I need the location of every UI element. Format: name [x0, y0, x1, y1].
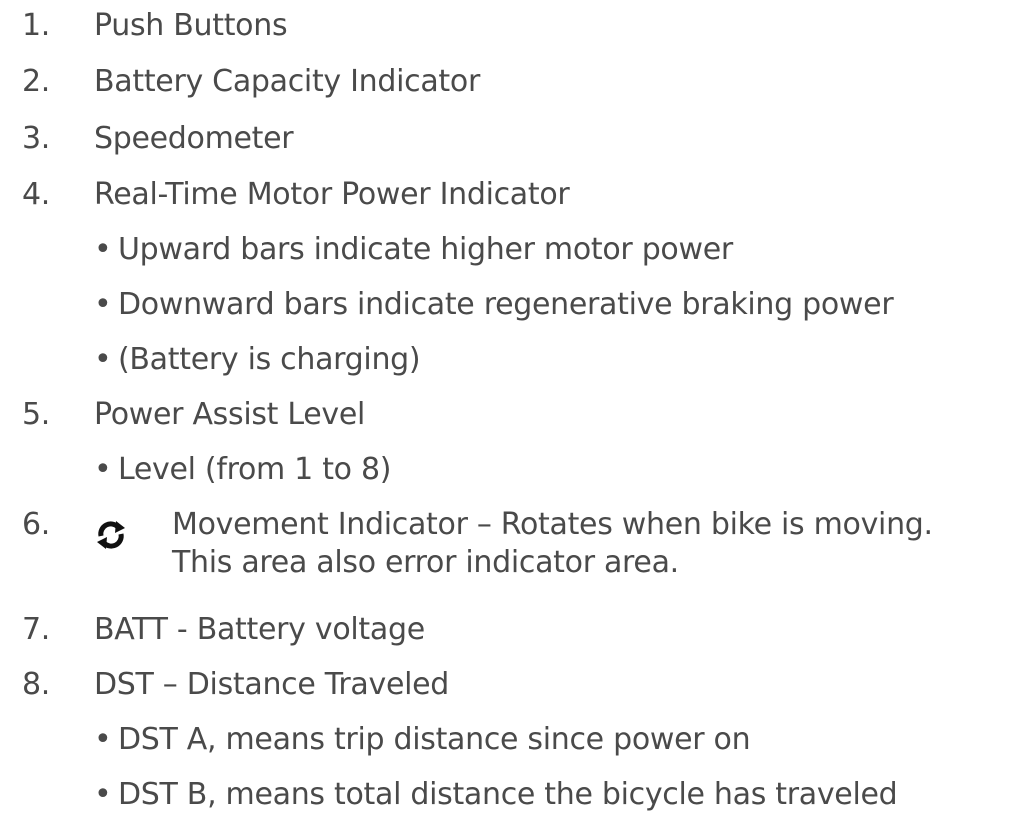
sub-item-text: DST B, means total distance the bicycle …: [118, 777, 898, 812]
bullet: •: [94, 287, 112, 322]
item-label: Real-Time Motor Power Indicator: [94, 177, 570, 212]
item-number: 7.: [22, 612, 51, 647]
item-label: Battery Capacity Indicator: [94, 64, 480, 99]
item-label: Speedometer: [94, 121, 294, 156]
item-number: 2.: [22, 64, 51, 99]
sub-item-text: DST A, means trip distance since power o…: [118, 722, 751, 757]
item-number: 3.: [22, 121, 51, 156]
item-label: Movement Indicator – Rotates when bike i…: [172, 507, 933, 542]
sub-item-text: Upward bars indicate higher motor power: [118, 232, 733, 267]
bullet: •: [94, 777, 112, 812]
bullet: •: [94, 722, 112, 757]
rotation-arrows-icon: [94, 518, 128, 552]
bullet: •: [94, 232, 112, 267]
bullet: •: [94, 342, 112, 377]
item-number: 6.: [22, 507, 51, 542]
sub-item-text: (Battery is charging): [118, 342, 421, 377]
item-label: Push Buttons: [94, 8, 288, 43]
item-number: 8.: [22, 667, 51, 702]
sub-item-text: Downward bars indicate regenerative brak…: [118, 287, 894, 322]
item-number: 5.: [22, 397, 51, 432]
item-number: 1.: [22, 8, 51, 43]
item-number: 4.: [22, 177, 51, 212]
item-label: DST – Distance Traveled: [94, 667, 450, 702]
item-label-continued: This area also error indicator area.: [172, 545, 679, 580]
item-label: BATT - Battery voltage: [94, 612, 425, 647]
bullet: •: [94, 452, 112, 487]
item-label: Power Assist Level: [94, 397, 366, 432]
sub-item-text: Level (from 1 to 8): [118, 452, 392, 487]
